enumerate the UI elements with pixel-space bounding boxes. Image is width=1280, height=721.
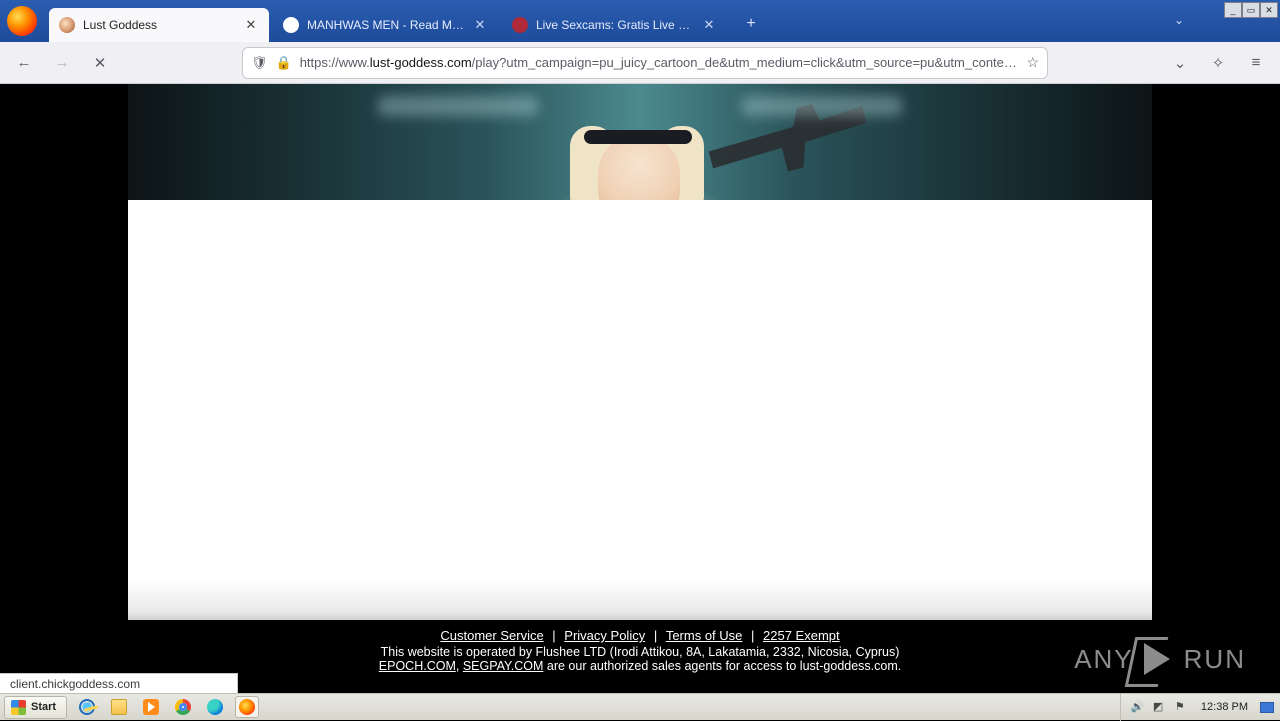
tray-app-icon[interactable]: ◩ bbox=[1153, 700, 1167, 714]
browser-titlebar: Lust Goddess ✕ MANHWAS MEN - Read Manga … bbox=[0, 0, 1280, 42]
watermark-text-right: RUN bbox=[1184, 644, 1246, 675]
windows-taskbar: Start 🔊 ◩ ⚑ 12:38 PM bbox=[0, 693, 1280, 720]
chrome-icon bbox=[175, 699, 191, 715]
separator: | bbox=[650, 628, 661, 643]
shield-icon[interactable]: 🛡 bbox=[251, 55, 268, 71]
window-controls: _ ▭ ✕ bbox=[1224, 2, 1278, 18]
close-icon[interactable]: ✕ bbox=[243, 17, 259, 33]
footer-links: Customer Service | Privacy Policy | Term… bbox=[440, 628, 839, 643]
page-loading-area bbox=[128, 200, 1152, 580]
weapon-art bbox=[702, 86, 874, 193]
system-tray: 🔊 ◩ ⚑ 12:38 PM bbox=[1120, 694, 1280, 721]
separator: , bbox=[456, 659, 463, 673]
ie-icon bbox=[79, 699, 95, 715]
footer-agents-suffix: are our authorized sales agents for acce… bbox=[543, 659, 901, 673]
character-art bbox=[584, 130, 692, 144]
status-text: client.chickgoddess.com bbox=[10, 677, 140, 691]
firefox-logo-icon bbox=[7, 6, 37, 36]
taskbar-ie[interactable] bbox=[75, 696, 99, 718]
gradient-divider bbox=[128, 580, 1152, 620]
taskbar-clock[interactable]: 12:38 PM bbox=[1201, 701, 1248, 713]
page-body: Customer Service | Privacy Policy | Term… bbox=[128, 84, 1152, 693]
footer-operator-line: This website is operated by Flushee LTD … bbox=[381, 645, 900, 659]
folder-icon bbox=[111, 699, 127, 715]
pocket-icon[interactable]: ⌄ bbox=[1164, 47, 1196, 79]
url-prefix: https://www. bbox=[300, 55, 370, 70]
minimize-button[interactable]: _ bbox=[1224, 2, 1242, 18]
link-2257-exempt[interactable]: 2257 Exempt bbox=[763, 628, 840, 643]
favicon-icon bbox=[512, 17, 528, 33]
maximize-button[interactable]: ▭ bbox=[1242, 2, 1260, 18]
tab-manhwas[interactable]: MANHWAS MEN - Read Manga Online F ✕ bbox=[273, 8, 498, 42]
tab-sexcams[interactable]: Live Sexcams: Gratis Live Porn Cha ✕ bbox=[502, 8, 727, 42]
lock-icon[interactable]: 🔒 bbox=[276, 55, 292, 71]
page-footer: Customer Service | Privacy Policy | Term… bbox=[128, 620, 1152, 693]
new-tab-button[interactable]: + bbox=[737, 10, 765, 38]
link-privacy-policy[interactable]: Privacy Policy bbox=[564, 628, 645, 643]
extensions-icon[interactable]: ✧ bbox=[1202, 47, 1234, 79]
close-icon[interactable]: ✕ bbox=[701, 17, 717, 33]
taskbar-chrome[interactable] bbox=[171, 696, 195, 718]
bookmark-star-icon[interactable]: ☆ bbox=[1026, 54, 1039, 71]
media-icon bbox=[143, 699, 159, 715]
tabs-overflow-icon[interactable]: ⌄ bbox=[1174, 13, 1184, 27]
volume-icon[interactable]: 🔊 bbox=[1131, 700, 1145, 714]
link-customer-service[interactable]: Customer Service bbox=[440, 628, 543, 643]
flag-icon[interactable]: ⚑ bbox=[1175, 700, 1189, 714]
menu-icon[interactable]: ≡ bbox=[1240, 47, 1272, 79]
taskbar-media[interactable] bbox=[139, 696, 163, 718]
url-text: https://www.lust-goddess.com/play?utm_ca… bbox=[300, 55, 1019, 70]
tab-label: Lust Goddess bbox=[83, 18, 237, 32]
footer-agents-line: EPOCH.COM, SEGPAY.COM are our authorized… bbox=[379, 659, 901, 673]
stop-button[interactable]: ✕ bbox=[84, 47, 116, 79]
link-segpay[interactable]: SEGPAY.COM bbox=[463, 659, 544, 673]
tab-label: MANHWAS MEN - Read Manga Online F bbox=[307, 18, 466, 32]
taskbar-explorer[interactable] bbox=[107, 696, 131, 718]
link-epoch[interactable]: EPOCH.COM bbox=[379, 659, 456, 673]
separator: | bbox=[549, 628, 560, 643]
link-terms-of-use[interactable]: Terms of Use bbox=[666, 628, 743, 643]
forward-button[interactable]: → bbox=[46, 47, 78, 79]
url-host: lust-goddess.com bbox=[370, 55, 472, 70]
url-path: /play?utm_campaign=pu_juicy_cartoon_de&u… bbox=[472, 55, 1019, 70]
back-button[interactable]: ← bbox=[8, 47, 40, 79]
address-bar[interactable]: 🛡 🔒 https://www.lust-goddess.com/play?ut… bbox=[242, 47, 1048, 79]
taskbar-firefox[interactable] bbox=[235, 696, 259, 718]
tab-label: Live Sexcams: Gratis Live Porn Cha bbox=[536, 18, 695, 32]
windows-flag-icon bbox=[11, 700, 26, 715]
favicon-icon bbox=[283, 17, 299, 33]
close-window-button[interactable]: ✕ bbox=[1260, 2, 1278, 18]
hero-banner bbox=[128, 84, 1152, 200]
show-desktop-icon[interactable] bbox=[1260, 702, 1274, 713]
separator: | bbox=[747, 628, 758, 643]
tab-strip: Lust Goddess ✕ MANHWAS MEN - Read Manga … bbox=[49, 0, 765, 42]
firefox-icon bbox=[239, 699, 255, 715]
favicon-icon bbox=[59, 17, 75, 33]
status-bar: client.chickgoddess.com bbox=[0, 673, 238, 693]
taskbar-edge[interactable] bbox=[203, 696, 227, 718]
browser-toolbar: ← → ✕ 🛡 🔒 https://www.lust-goddess.com/p… bbox=[0, 42, 1280, 84]
start-label: Start bbox=[31, 701, 56, 713]
edge-icon bbox=[207, 699, 223, 715]
tab-lust-goddess[interactable]: Lust Goddess ✕ bbox=[49, 8, 269, 42]
close-icon[interactable]: ✕ bbox=[472, 17, 488, 33]
browser-viewport: Customer Service | Privacy Policy | Term… bbox=[0, 84, 1280, 693]
start-button[interactable]: Start bbox=[4, 696, 67, 719]
